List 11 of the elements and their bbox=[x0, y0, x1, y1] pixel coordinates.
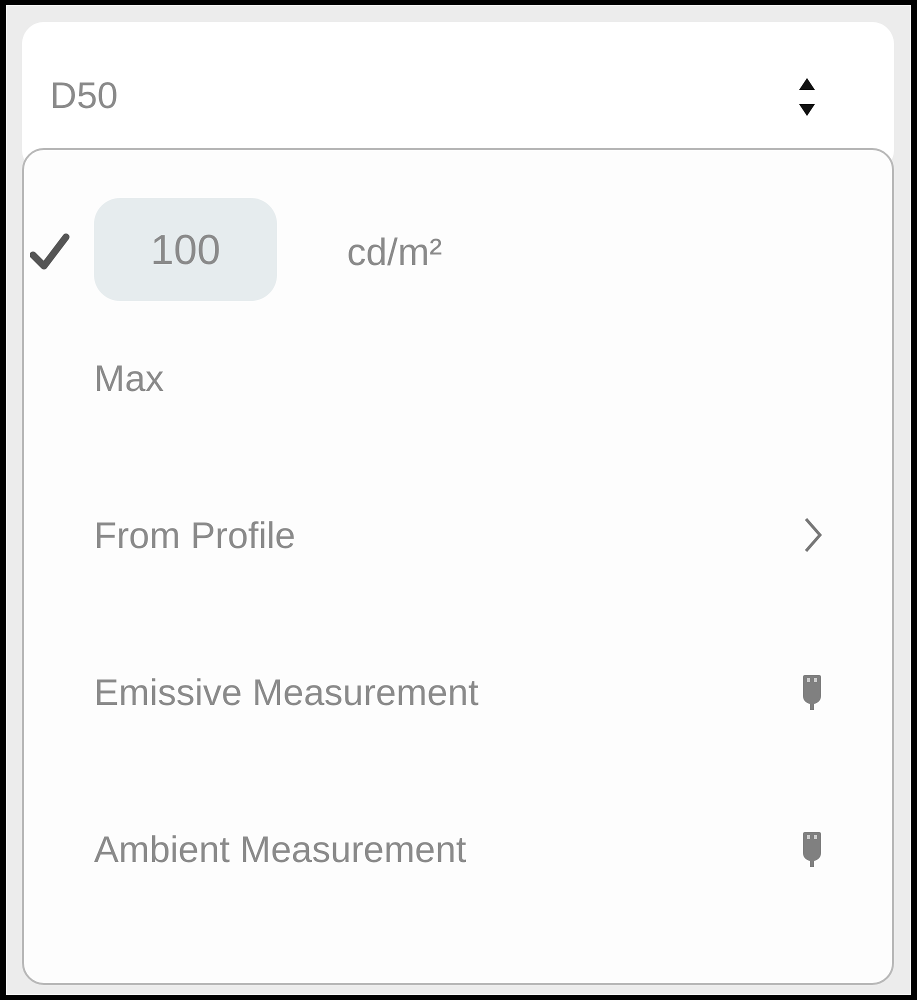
usb-plug-icon bbox=[802, 831, 822, 868]
menu-item[interactable]: Ambient Measurement bbox=[94, 819, 466, 868]
sort-arrows-icon bbox=[798, 76, 816, 118]
select-value: D50 bbox=[50, 77, 118, 114]
menu-item[interactable]: From Profile bbox=[94, 505, 296, 554]
value-field[interactable]: 100 bbox=[94, 198, 277, 301]
usb-plug-icon bbox=[802, 674, 822, 711]
unit-label: cd/m² bbox=[347, 231, 442, 276]
menu-item[interactable]: Emissive Measurement bbox=[94, 662, 479, 711]
menu-item[interactable]: Max bbox=[94, 348, 164, 397]
chevron-right-icon bbox=[804, 517, 822, 553]
